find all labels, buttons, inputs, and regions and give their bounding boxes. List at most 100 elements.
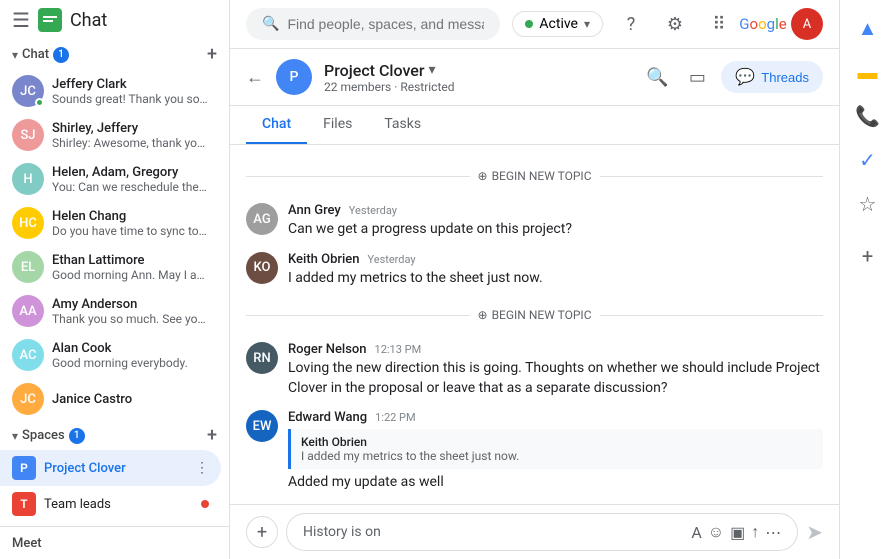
chat-item-text: Amy Anderson Thank you so much. See you … <box>52 297 209 326</box>
topbar: 🔍 Active ▾ ? ⚙ ⠿ Google A <box>230 0 839 49</box>
chat-item-preview: Shirley: Awesome, thank you for the... <box>52 136 209 150</box>
avatar: AC <box>12 339 44 371</box>
chat-item-preview: Sounds great! Thank you so much Ann! <box>52 92 209 106</box>
spaces-section-header[interactable]: ▾ Spaces 1 + <box>0 421 229 450</box>
tab-tasks[interactable]: Tasks <box>368 106 437 144</box>
video-icon[interactable]: ▭ <box>681 61 713 93</box>
chat-list-item[interactable]: SJ Shirley, Jeffery Shirley: Awesome, th… <box>0 113 221 157</box>
chat-list-item[interactable]: HC Helen Chang Do you have time to sync … <box>0 201 221 245</box>
app-title: Chat <box>70 10 107 31</box>
reply-sender: Keith Obrien <box>301 435 813 449</box>
space-list-item[interactable]: T Team leads <box>0 486 221 522</box>
google-tasks-icon[interactable]: ✓ <box>848 140 888 180</box>
message-sender: Keith Obrien <box>288 252 359 267</box>
search-space-icon[interactable]: 🔍 <box>641 61 673 93</box>
active-dot <box>525 20 533 28</box>
chat-list-item[interactable]: AC Alan Cook Good morning everybody. <box>0 333 221 377</box>
message-time: Yesterday <box>349 204 397 217</box>
message-input-box[interactable]: History is on A ☺ ▣ ↑ ⋯ <box>286 513 798 551</box>
space-more-icon[interactable]: ⋮ <box>195 460 209 476</box>
threads-button[interactable]: 💬 Threads <box>721 61 823 93</box>
avatar: H <box>12 163 44 195</box>
back-button[interactable]: ← <box>246 67 264 88</box>
add-space-button[interactable]: + <box>207 425 217 446</box>
space-item-name: Team leads <box>44 497 193 512</box>
message-content: Roger Nelson 12:13 PM Loving the new dir… <box>288 342 823 398</box>
chat-item-name: Alan Cook <box>52 341 188 356</box>
avatar: JC <box>12 75 44 107</box>
google-logo: Google <box>747 8 779 40</box>
meet-section: Meet <box>0 526 229 559</box>
active-status-badge[interactable]: Active ▾ <box>512 11 603 37</box>
meet-label: Meet <box>12 536 42 551</box>
message-text: I added my metrics to the sheet just now… <box>288 269 823 289</box>
add-apps-icon[interactable]: + <box>848 236 888 276</box>
space-tabs: Chat Files Tasks <box>230 106 839 145</box>
google-meet-icon[interactable]: 📞 <box>848 96 888 136</box>
message: RN Roger Nelson 12:13 PM Loving the new … <box>246 342 823 398</box>
chat-item-text: Jeffery Clark Sounds great! Thank you so… <box>52 77 209 106</box>
message-avatar: RN <box>246 342 278 374</box>
message-header: Edward Wang 1:22 PM <box>288 410 823 425</box>
space-header-actions: 🔍 ▭ 💬 Threads <box>641 61 823 93</box>
message-content: Keith Obrien Yesterday I added my metric… <box>288 252 823 289</box>
upload-icon[interactable]: ↑ <box>751 522 759 542</box>
chat-logo <box>38 8 62 32</box>
space-avatar: P <box>276 59 312 95</box>
chat-item-name: Helen, Adam, Gregory <box>52 165 209 180</box>
image-icon[interactable]: ▣ <box>730 523 745 542</box>
chat-item-text: Alan Cook Good morning everybody. <box>52 341 188 370</box>
star-icon[interactable]: ☆ <box>848 184 888 224</box>
chat-items-list: JC Jeffery Clark Sounds great! Thank you… <box>0 69 229 421</box>
tab-chat[interactable]: Chat <box>246 106 307 144</box>
space-list-item[interactable]: P Project Clover ⋮ <box>0 450 221 486</box>
right-panel: ▲ ▬ 📞 ✓ ☆ + <box>839 0 895 559</box>
emoji-icon[interactable]: ☺ <box>708 522 724 542</box>
space-items-list: P Project Clover ⋮ T Team leads M Market… <box>0 450 229 526</box>
topbar-right: Active ▾ ? ⚙ ⠿ Google A <box>512 8 823 40</box>
chat-section-header[interactable]: ▾ Chat 1 + <box>0 40 229 69</box>
chat-list-item[interactable]: JC Janice Castro <box>0 377 221 421</box>
message-input-bar: + History is on A ☺ ▣ ↑ ⋯ ➤ <box>230 504 839 559</box>
chat-item-preview: Good morning Ann. May I ask a question? <box>52 268 209 282</box>
google-drive-icon[interactable]: ▲ <box>848 8 888 48</box>
chat-item-text: Helen Chang Do you have time to sync tom… <box>52 209 209 238</box>
chat-list-item[interactable]: EL Ethan Lattimore Good morning Ann. May… <box>0 245 221 289</box>
chat-item-preview: Do you have time to sync tomorrow mori..… <box>52 224 209 238</box>
google-docs-icon[interactable]: ▬ <box>848 52 888 92</box>
add-chat-button[interactable]: + <box>207 44 217 65</box>
chat-item-text: Helen, Adam, Gregory You: Can we resched… <box>52 165 209 194</box>
add-attachment-button[interactable]: + <box>246 516 278 548</box>
chevron-down-icon[interactable]: ▾ <box>429 62 436 78</box>
chat-list-item[interactable]: H Helen, Adam, Gregory You: Can we resch… <box>0 157 221 201</box>
chat-list-item[interactable]: JC Jeffery Clark Sounds great! Thank you… <box>0 69 221 113</box>
message-text: Added my update as well <box>288 473 823 493</box>
search-icon: 🔍 <box>262 16 279 32</box>
send-button[interactable]: ➤ <box>806 520 823 544</box>
message-avatar: KO <box>246 252 278 284</box>
message: KO Keith Obrien Yesterday I added my met… <box>246 252 823 289</box>
format-text-icon[interactable]: A <box>691 523 701 542</box>
reply-block: Keith Obrien I added my metrics to the s… <box>288 429 823 469</box>
chevron-down-icon: ▾ <box>584 17 590 31</box>
space-meta: 22 members · Restricted <box>324 80 629 94</box>
hamburger-icon[interactable]: ☰ <box>12 8 30 32</box>
chat-list-item[interactable]: AA Amy Anderson Thank you so much. See y… <box>0 289 221 333</box>
more-options-icon[interactable]: ⋯ <box>765 523 781 542</box>
spaces-badge: 1 <box>69 428 85 444</box>
user-avatar[interactable]: A <box>791 8 823 40</box>
divider-text: ⊕ BEGIN NEW TOPIC <box>478 308 592 322</box>
tab-files[interactable]: Files <box>307 106 368 144</box>
search-bar[interactable]: 🔍 <box>246 8 500 40</box>
apps-icon[interactable]: ⠿ <box>703 8 735 40</box>
help-icon[interactable]: ? <box>615 8 647 40</box>
search-input[interactable] <box>287 16 484 32</box>
settings-icon[interactable]: ⚙ <box>659 8 691 40</box>
message-text: Loving the new direction this is going. … <box>288 359 823 398</box>
main-area: 🔍 Active ▾ ? ⚙ ⠿ Google A ← P Project Cl… <box>230 0 839 559</box>
chat-item-text: Shirley, Jeffery Shirley: Awesome, thank… <box>52 121 209 150</box>
message-text: Can we get a progress update on this pro… <box>288 220 823 240</box>
avatar: EL <box>12 251 44 283</box>
chat-item-name: Shirley, Jeffery <box>52 121 209 136</box>
input-toolbar: A ☺ ▣ ↑ ⋯ <box>691 522 781 542</box>
